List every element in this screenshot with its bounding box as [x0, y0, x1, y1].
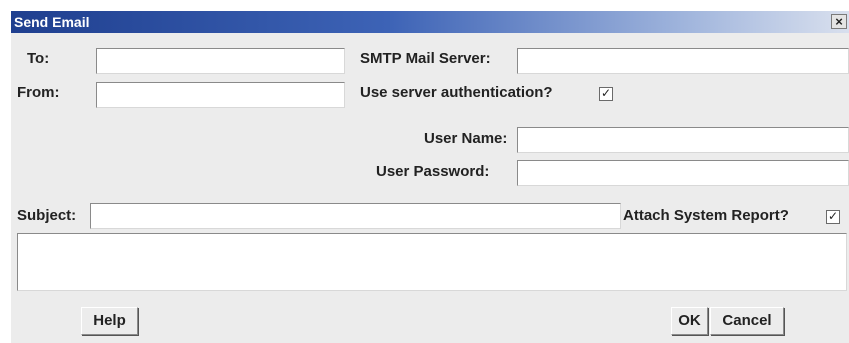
window-title: Send Email	[14, 14, 90, 30]
server-auth-label: Use server authentication?	[360, 84, 553, 101]
subject-field[interactable]	[90, 203, 621, 229]
from-label: From:	[17, 84, 60, 101]
close-icon[interactable]: ×	[831, 14, 847, 29]
smtp-server-field[interactable]	[517, 48, 849, 74]
user-name-field[interactable]	[517, 127, 849, 153]
help-button[interactable]: Help	[81, 307, 138, 335]
to-label: To:	[27, 50, 50, 67]
user-password-field[interactable]	[517, 160, 849, 186]
subject-label: Subject:	[17, 207, 77, 224]
attach-report-label: Attach System Report?	[623, 207, 789, 224]
title-bar[interactable]: Send Email ×	[11, 11, 849, 33]
user-name-label: User Name:	[424, 130, 508, 147]
cancel-button[interactable]: Cancel	[710, 307, 784, 335]
message-body-field[interactable]	[17, 233, 847, 291]
send-email-dialog: Send Email × To: SMTP Mail Server: From:…	[10, 10, 849, 343]
attach-report-checkbox[interactable]: ✓	[826, 210, 840, 224]
to-field[interactable]	[96, 48, 345, 74]
from-field[interactable]	[96, 82, 345, 108]
user-password-label: User Password:	[376, 163, 490, 180]
smtp-server-label: SMTP Mail Server:	[360, 50, 491, 67]
server-auth-checkbox[interactable]: ✓	[599, 87, 613, 101]
ok-button[interactable]: OK	[671, 307, 708, 335]
